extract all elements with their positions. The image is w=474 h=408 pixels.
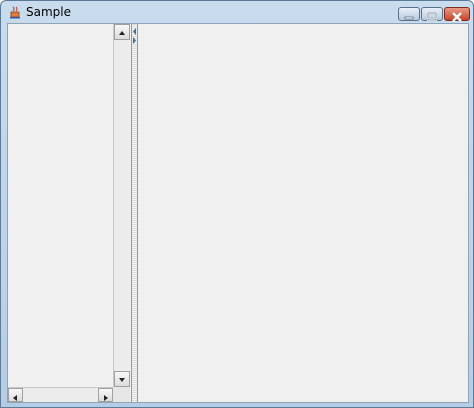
scroll-right-button[interactable] — [98, 388, 113, 402]
scrollbar-corner — [113, 387, 130, 402]
scroll-up-arrow-icon — [119, 31, 125, 35]
close-button[interactable] — [444, 7, 470, 22]
content-pane — [7, 23, 469, 403]
window-title: Sample — [26, 5, 71, 19]
application-window: Sample — [0, 0, 474, 408]
horizontal-scroll-track[interactable] — [23, 389, 98, 401]
maximize-button[interactable] — [421, 7, 443, 21]
scroll-right-arrow-icon — [104, 395, 108, 401]
scroll-left-arrow-icon — [13, 395, 17, 401]
minimize-icon — [404, 16, 414, 20]
right-pane — [137, 24, 468, 402]
left-scroll-pane[interactable] — [8, 24, 132, 402]
java-app-icon — [10, 6, 20, 19]
scroll-left-button[interactable] — [8, 388, 23, 402]
scroll-up-button[interactable] — [114, 24, 130, 40]
horizontal-scrollbar[interactable] — [8, 387, 113, 402]
scroll-down-arrow-icon — [119, 378, 125, 382]
maximize-icon — [427, 12, 437, 21]
scroll-down-button[interactable] — [114, 371, 130, 387]
title-bar[interactable]: Sample — [1, 1, 473, 23]
minimize-button[interactable] — [398, 7, 420, 21]
vertical-scrollbar[interactable] — [113, 24, 130, 387]
close-icon — [452, 12, 462, 22]
